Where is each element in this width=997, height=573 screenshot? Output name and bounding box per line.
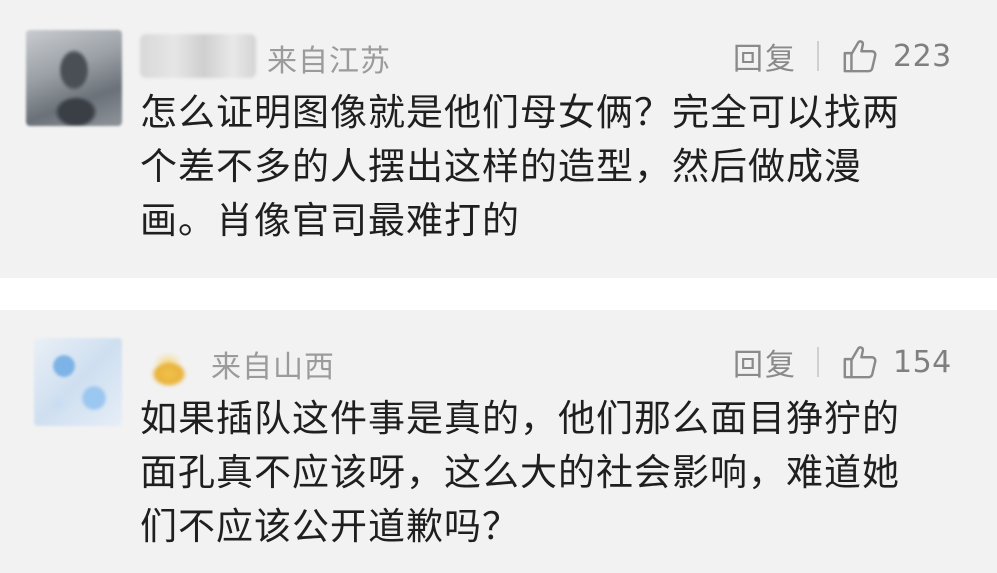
blurred-username — [140, 34, 256, 78]
comment-line: 个差不多的人摆出这样的造型，然后做成漫 — [140, 145, 862, 188]
blurred-username — [142, 340, 196, 396]
comment-line: 怎么证明图像就是他们母女俩？完全可以找两 — [140, 91, 900, 134]
comment-line: 如果插队这件事是真的，他们那么面目狰狞的 — [140, 397, 900, 440]
like-button[interactable]: 154 — [841, 343, 952, 381]
action-divider — [817, 41, 819, 71]
avatar[interactable] — [34, 338, 122, 426]
comment-line: 们不应该公开道歉吗？ — [140, 505, 520, 548]
like-count: 154 — [893, 344, 952, 380]
location-label: 来自山西 — [211, 350, 335, 385]
comment-body: 如果插队这件事是真的，他们那么面目狰狞的 面孔真不应该呀，这么大的社会影响，难道… — [140, 392, 970, 554]
comment-card: 来自江苏 回复 223 怎么证明图像就是他们母女俩？完全可以找两 个差不多的人摆… — [0, 0, 997, 278]
like-count: 223 — [893, 38, 952, 74]
thumbs-up-icon — [843, 40, 877, 73]
thumbs-up-icon — [843, 346, 877, 379]
comment-feed: 来自江苏 回复 223 怎么证明图像就是他们母女俩？完全可以找两 个差不多的人摆… — [0, 0, 997, 573]
action-divider — [817, 347, 819, 377]
comment-actions: 回复 223 — [733, 34, 952, 78]
reply-button[interactable]: 回复 — [733, 340, 797, 384]
comment-line: 画。肖像官司最难打的 — [140, 199, 520, 242]
comment-actions: 回复 154 — [733, 340, 952, 384]
comment-card: 来自山西 回复 154 如果插队这件事是真的，他们那么面目狰狞的 面孔真不应该呀… — [0, 310, 997, 573]
comment-line: 面孔真不应该呀，这么大的社会影响，难道她 — [140, 451, 900, 494]
comment-body: 怎么证明图像就是他们母女俩？完全可以找两 个差不多的人摆出这样的造型，然后做成漫… — [140, 86, 970, 248]
like-button[interactable]: 223 — [841, 37, 952, 75]
location-label: 来自江苏 — [267, 44, 391, 79]
avatar[interactable] — [26, 30, 122, 126]
reply-button[interactable]: 回复 — [733, 34, 797, 78]
